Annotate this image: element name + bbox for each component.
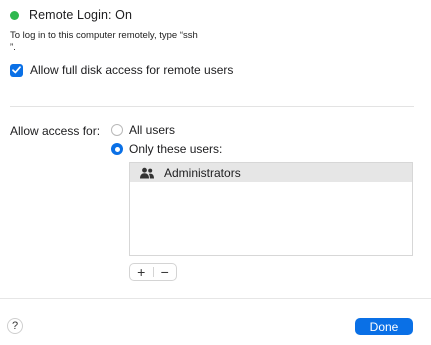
remove-user-button[interactable]: −: [154, 264, 177, 280]
full-disk-access-row[interactable]: Allow full disk access for remote users: [10, 63, 233, 77]
remote-login-sheet: Remote Login: On To log in to this compu…: [0, 0, 431, 345]
full-disk-access-checkbox[interactable]: [10, 63, 23, 77]
instructions-line-1: To log in to this computer remotely, typ…: [10, 30, 198, 41]
list-item[interactable]: Administrators: [130, 163, 412, 182]
help-button[interactable]: ?: [7, 318, 23, 334]
group-icon: [139, 167, 155, 179]
radio-all-users[interactable]: All users: [111, 123, 175, 137]
full-disk-access-label: Allow full disk access for remote users: [30, 63, 234, 77]
instructions-line-2: ”.: [10, 42, 16, 53]
section-divider: [10, 106, 414, 107]
radio-button-selected[interactable]: [111, 143, 123, 155]
radio-all-users-label: All users: [129, 123, 176, 137]
radio-dot: [114, 146, 120, 152]
checkmark-icon: [12, 66, 21, 74]
allow-access-label: Allow access for:: [10, 124, 101, 138]
status-text: Remote Login: On: [29, 8, 133, 22]
status-indicator-icon: [10, 10, 19, 20]
done-button[interactable]: Done: [355, 318, 413, 335]
ssh-instructions: To log in to this computer remotely, typ…: [10, 30, 350, 54]
users-list[interactable]: Administrators: [129, 162, 413, 256]
radio-only-these-users-label: Only these users:: [129, 142, 223, 156]
add-remove-control: + −: [129, 263, 177, 281]
user-group-label: Administrators: [164, 165, 241, 180]
add-user-button[interactable]: +: [130, 264, 153, 280]
footer-divider: [0, 298, 431, 299]
radio-button[interactable]: [111, 124, 123, 136]
radio-only-these-users[interactable]: Only these users:: [111, 142, 222, 156]
status-row: Remote Login: On: [10, 7, 132, 23]
